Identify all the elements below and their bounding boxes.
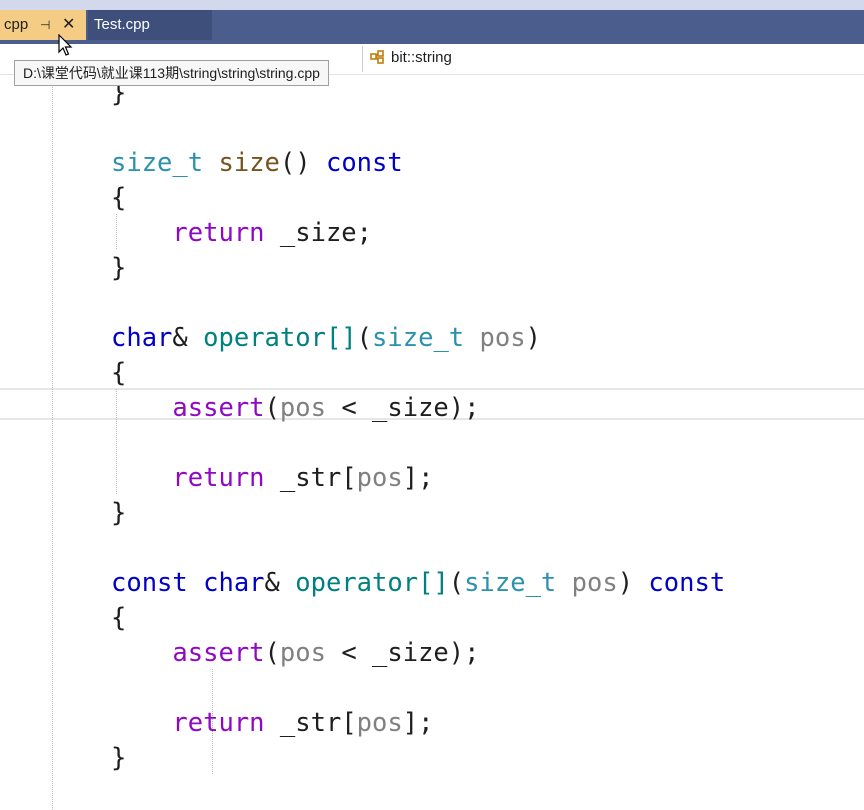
code-token: ]; (402, 708, 434, 738)
code-token: & (172, 323, 204, 353)
code-token: _str[ (264, 463, 357, 493)
code-token: pos (479, 323, 526, 353)
code-line: return _size; (111, 216, 372, 251)
code-token: ( (356, 323, 373, 353)
code-token: assert (172, 638, 265, 668)
tab-test-cpp[interactable]: Test.cpp (88, 10, 212, 40)
code-token: pos (356, 708, 403, 738)
code-editor[interactable]: } size_t size() const{ return _size;} char… (0, 74, 864, 810)
mouse-cursor-icon (58, 34, 73, 56)
tab-label: cpp (4, 16, 29, 33)
code-token: { (111, 358, 127, 388)
code-token: & (264, 568, 296, 598)
file-path-tooltip: D:\课堂代码\就业课113期\string\string\string.cpp (14, 60, 329, 86)
code-line: assert(pos < _size); (111, 391, 480, 426)
code-token: const (325, 148, 403, 178)
code-token: { (111, 183, 127, 213)
code-line: } (111, 741, 126, 776)
code-token: } (111, 498, 127, 528)
code-token: _size; (264, 218, 373, 248)
code-token: ) (617, 568, 649, 598)
code-line: return _str[pos]; (111, 706, 433, 741)
indent-guide (52, 74, 53, 810)
code-line: const char& operator[](size_t pos) const (111, 566, 725, 601)
code-line: { (111, 181, 126, 216)
code-token: < _size); (325, 638, 480, 668)
code-token: () (279, 148, 326, 178)
code-token: _str[ (264, 708, 357, 738)
code-token: assert (172, 393, 265, 423)
code-token: operator[] (203, 323, 357, 353)
tab-label: Test.cpp (94, 16, 150, 33)
class-icon (370, 50, 384, 64)
code-line: } (111, 251, 126, 286)
code-token: < _size); (325, 393, 480, 423)
code-token: operator[] (295, 568, 449, 598)
code-token: return (172, 463, 265, 493)
code-token: } (111, 743, 127, 773)
window-top-strip (0, 0, 864, 10)
code-line: char& operator[](size_t pos) (111, 321, 541, 356)
navigation-divider (362, 46, 363, 72)
code-token: } (111, 253, 127, 283)
scope-dropdown[interactable]: bit::string (391, 49, 452, 66)
code-line: { (111, 601, 126, 636)
code-token: const (111, 568, 188, 598)
code-token: pos (279, 638, 326, 668)
code-token: ( (264, 393, 280, 423)
code-line: return _str[pos]; (111, 461, 433, 496)
code-line: { (111, 356, 126, 391)
code-token: size_t (464, 568, 557, 598)
code-token: size_t (111, 148, 204, 178)
code-token: char (111, 323, 173, 353)
code-token: pos (279, 393, 326, 423)
code-line: assert(pos < _size); (111, 636, 480, 671)
pin-icon[interactable]: ⊣ (40, 10, 50, 40)
code-token: return (172, 218, 265, 248)
code-token: char (203, 568, 265, 598)
code-token: size_t (372, 323, 465, 353)
code-token: const (648, 568, 726, 598)
code-line: size_t size() const (111, 146, 403, 181)
code-token: ( (448, 568, 465, 598)
code-token: pos (356, 463, 403, 493)
code-token: ( (264, 638, 280, 668)
code-token: { (111, 603, 127, 633)
code-token: ]; (402, 463, 434, 493)
code-token: ) (525, 323, 541, 353)
code-line: } (111, 496, 126, 531)
code-token: pos (571, 568, 618, 598)
code-token: return (172, 708, 265, 738)
code-token: size (218, 148, 280, 178)
